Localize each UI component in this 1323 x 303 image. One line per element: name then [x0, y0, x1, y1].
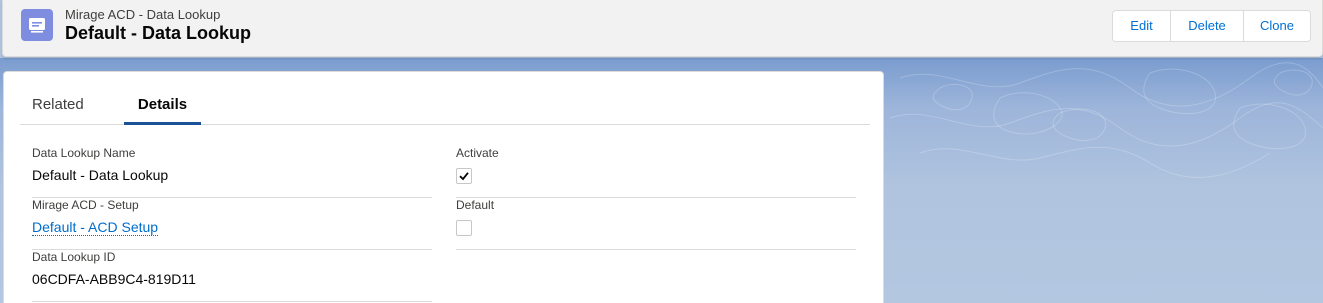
acd-setup-link[interactable]: Default - ACD Setup: [32, 219, 159, 236]
field-default: Default: [456, 198, 856, 250]
object-type-label: Mirage ACD - Data Lookup: [65, 7, 221, 22]
checkmark-icon: [459, 172, 469, 181]
record-header: Mirage ACD - Data Lookup Default - Data …: [2, 0, 1323, 57]
page-title: Default - Data Lookup: [65, 23, 252, 43]
field-value: 06CDFA-ABB9C4-819D11: [32, 271, 196, 287]
field-label: Data Lookup ID: [32, 250, 116, 264]
field-activate: Activate: [456, 146, 856, 198]
field-mirage-acd-setup: Mirage ACD - Setup Default - ACD Setup: [32, 198, 432, 250]
field-label: Mirage ACD - Setup: [32, 198, 139, 212]
tab-details[interactable]: Details: [124, 89, 201, 125]
field-value: Default - Data Lookup: [32, 167, 169, 183]
default-checkbox: [456, 220, 472, 236]
field-label: Data Lookup Name: [32, 146, 136, 160]
clone-button[interactable]: Clone: [1243, 11, 1310, 41]
field-data-lookup-name: Data Lookup Name Default - Data Lookup: [32, 146, 432, 198]
activate-checkbox: [456, 168, 472, 184]
action-button-group: Edit Delete Clone: [1112, 10, 1311, 42]
field-label: Activate: [456, 146, 499, 160]
delete-button[interactable]: Delete: [1170, 11, 1243, 41]
tab-related[interactable]: Related: [32, 89, 84, 125]
record-glyph-icon: [29, 18, 45, 33]
record-detail-card: Related Details Data Lookup Name Default…: [3, 71, 884, 303]
edit-button[interactable]: Edit: [1113, 11, 1170, 41]
field-data-lookup-id: Data Lookup ID 06CDFA-ABB9C4-819D11: [32, 250, 432, 302]
field-value-wrapper: Default - ACD Setup: [32, 218, 159, 236]
record-icon: [21, 9, 53, 41]
tab-bar: Related Details: [20, 89, 870, 125]
field-label: Default: [456, 198, 495, 212]
